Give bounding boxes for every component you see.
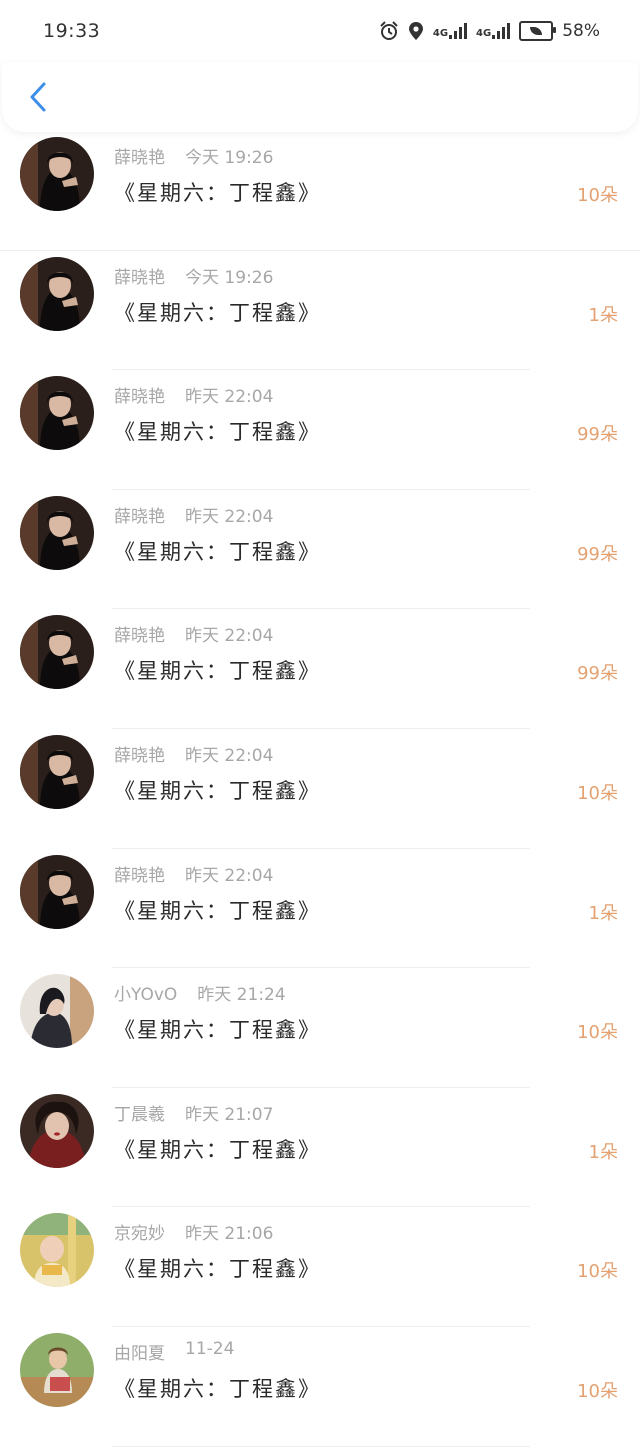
gift-title: 《星期六：丁程鑫》 (114, 420, 321, 445)
flower-count: 10朵 (577, 782, 618, 804)
signal-bars-icon (492, 23, 511, 39)
gift-title: 《星期六：丁程鑫》 (114, 778, 321, 803)
sender-name[interactable]: 薛晓艳 (114, 502, 165, 527)
flower-count: 10朵 (577, 185, 618, 206)
avatar[interactable] (20, 495, 94, 570)
item-meta: 薛晓艳 昨天 22:04 (114, 502, 273, 527)
sent-time: 11-24 (185, 1338, 235, 1359)
sent-time: 昨天 22:04 (185, 506, 274, 527)
avatar[interactable] (20, 376, 94, 451)
top-nav (2, 62, 638, 132)
gift-title: 《星期六：丁程鑫》 (114, 1137, 321, 1162)
chevron-left-icon (30, 82, 46, 112)
status-bar: 19:33 4G 4G 58% (0, 0, 640, 62)
item-meta: 小YOvO 昨天 21:24 (114, 980, 286, 1005)
item-meta: 薛晓艳 昨天 22:04 (114, 741, 273, 766)
sent-time: 昨天 22:04 (185, 745, 274, 766)
list-item[interactable]: 薛晓艳 昨天 22:04 《星期六：丁程鑫》 99朵 (0, 609, 640, 729)
sent-time: 昨天 21:07 (185, 1104, 274, 1125)
alarm-icon (380, 21, 398, 40)
network-indicator-2: 4G (476, 23, 511, 39)
avatar[interactable] (20, 734, 94, 809)
back-button[interactable] (26, 80, 50, 114)
sender-name[interactable]: 京宛妙 (114, 1219, 165, 1244)
status-time: 19:33 (43, 20, 101, 42)
list-item[interactable]: 京宛妙 昨天 21:06 《星期六：丁程鑫》 10朵 (0, 1207, 640, 1327)
gift-title: 《星期六：丁程鑫》 (114, 1018, 321, 1043)
avatar[interactable] (20, 1332, 94, 1407)
flower-count: 1朵 (588, 902, 618, 924)
gift-title: 《星期六：丁程鑫》 (114, 181, 321, 205)
sender-name[interactable]: 薛晓艳 (114, 861, 165, 886)
gift-title: 《星期六：丁程鑫》 (114, 898, 321, 923)
avatar[interactable] (20, 1213, 94, 1288)
list-item[interactable]: 薛晓艳 昨天 22:04 《星期六：丁程鑫》 99朵 (0, 490, 640, 610)
sender-name[interactable]: 丁晨羲 (114, 1100, 165, 1125)
battery-icon (519, 21, 557, 41)
sent-time: 昨天 21:06 (185, 1224, 274, 1245)
list-item[interactable]: 丁晨羲 昨天 21:07 《星期六：丁程鑫》 1朵 (0, 1088, 640, 1208)
item-meta: 由阳夏 11-24 (114, 1339, 234, 1364)
sender-name[interactable]: 薛晓艳 (114, 143, 165, 168)
list-item[interactable]: 小YOvO 昨天 21:24 《星期六：丁程鑫》 10朵 (0, 968, 640, 1088)
gift-title: 《星期六：丁程鑫》 (114, 539, 321, 564)
avatar[interactable] (20, 137, 94, 211)
status-icons: 4G 4G 58% (379, 21, 600, 41)
list-item[interactable]: 薛晓艳 昨天 22:04 《星期六：丁程鑫》 10朵 (0, 729, 640, 849)
item-meta: 丁晨羲 昨天 21:07 (114, 1100, 273, 1125)
avatar[interactable] (20, 974, 94, 1049)
sent-time: 今天 19:26 (185, 267, 274, 288)
flower-count: 99朵 (577, 543, 618, 565)
sender-name[interactable]: 薛晓艳 (114, 263, 165, 288)
list-item[interactable]: 薛晓艳 今天 19:26 《星期六：丁程鑫》 1朵 (0, 251, 640, 371)
item-meta: 薛晓艳 昨天 22:04 (114, 621, 273, 646)
item-meta: 薛晓艳 昨天 22:04 (114, 861, 273, 886)
flower-count: 1朵 (588, 1141, 618, 1163)
sender-name[interactable]: 薛晓艳 (114, 741, 165, 766)
sender-name[interactable]: 小YOvO (114, 980, 177, 1005)
gift-title: 《星期六：丁程鑫》 (114, 300, 321, 325)
sent-time: 今天 19:26 (185, 148, 274, 168)
flower-count: 10朵 (577, 1022, 618, 1044)
list-item[interactable]: 薛晓艳 昨天 22:04 《星期六：丁程鑫》 99朵 (0, 370, 640, 490)
battery-percent: 58% (562, 21, 600, 41)
gift-record-list: 薛晓艳 今天 19:26 《星期六：丁程鑫》 10朵 薛晓艳 今天 19:26 《星期六：丁… (0, 131, 640, 1447)
item-meta: 薛晓艳 今天 19:26 (114, 263, 273, 288)
item-meta: 京宛妙 昨天 21:06 (114, 1219, 273, 1244)
signal-bars-icon (449, 23, 468, 39)
flower-count: 10朵 (577, 1380, 618, 1402)
avatar[interactable] (20, 615, 94, 690)
avatar[interactable] (20, 256, 94, 331)
flower-count: 10朵 (577, 1261, 618, 1283)
sender-name[interactable]: 由阳夏 (114, 1339, 165, 1364)
flower-count: 99朵 (577, 663, 618, 685)
list-item[interactable]: 由阳夏 11-24 《星期六：丁程鑫》 10朵 (0, 1327, 640, 1447)
avatar[interactable] (20, 1093, 94, 1168)
item-meta: 薛晓艳 昨天 22:04 (114, 382, 273, 407)
flower-count: 99朵 (577, 424, 618, 446)
network-label-2: 4G (476, 28, 492, 39)
item-meta: 薛晓艳 今天 19:26 (114, 143, 273, 168)
gift-title: 《星期六：丁程鑫》 (114, 659, 321, 684)
sent-time: 昨天 21:24 (197, 985, 286, 1006)
sender-name[interactable]: 薛晓艳 (114, 382, 165, 407)
sent-time: 昨天 22:04 (185, 626, 274, 647)
gift-title: 《星期六：丁程鑫》 (114, 1257, 321, 1282)
avatar[interactable] (20, 854, 94, 929)
sender-name[interactable]: 薛晓艳 (114, 621, 165, 646)
list-item[interactable]: 薛晓艳 今天 19:26 《星期六：丁程鑫》 10朵 (0, 131, 640, 251)
network-indicator-1: 4G (432, 23, 468, 39)
sent-time: 昨天 22:04 (185, 387, 274, 408)
network-label-1: 4G (432, 28, 449, 39)
flower-count: 1朵 (588, 304, 618, 326)
sent-time: 昨天 22:04 (185, 865, 274, 886)
list-item[interactable]: 薛晓艳 昨天 22:04 《星期六：丁程鑫》 1朵 (0, 849, 640, 969)
location-icon (408, 22, 423, 40)
gift-title: 《星期六：丁程鑫》 (114, 1376, 321, 1401)
